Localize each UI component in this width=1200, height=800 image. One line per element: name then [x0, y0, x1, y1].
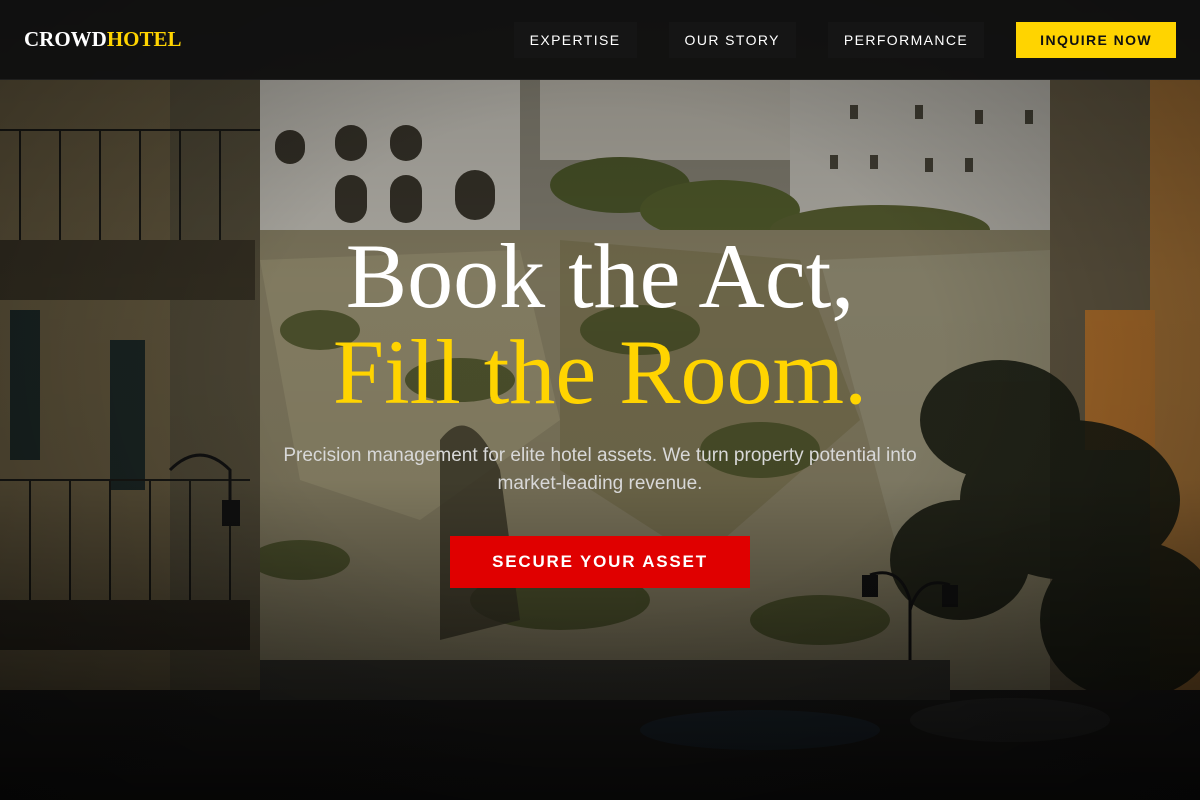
landing-page: CROWDHOTEL EXPERTISE OUR STORY PERFORMAN… — [0, 0, 1200, 800]
hero-subtext: Precision management for elite hotel ass… — [283, 445, 917, 494]
nav-link-expertise[interactable]: EXPERTISE — [513, 22, 637, 58]
headline-line-2: Fill the Room. — [332, 321, 868, 423]
main-nav: EXPERTISE OUR STORY PERFORMANCE INQUIRE … — [513, 22, 1176, 58]
inquire-now-button[interactable]: INQUIRE NOW — [1016, 22, 1176, 58]
logo-text-part2: HOTEL — [106, 27, 182, 51]
site-header: CROWDHOTEL EXPERTISE OUR STORY PERFORMAN… — [0, 0, 1200, 80]
logo-text-part1: CROWD — [24, 27, 107, 51]
secure-your-asset-button[interactable]: SECURE YOUR ASSET — [450, 536, 750, 588]
headline-line-1: Book the Act, — [345, 225, 855, 327]
nav-link-our-story[interactable]: OUR STORY — [668, 22, 796, 58]
hero-section: Book the Act, Fill the Room. Precision m… — [0, 228, 1200, 588]
nav-link-performance[interactable]: PERFORMANCE — [827, 22, 985, 58]
brand-logo[interactable]: CROWDHOTEL — [24, 29, 182, 50]
hero-headline: Book the Act, Fill the Room. — [0, 228, 1200, 420]
